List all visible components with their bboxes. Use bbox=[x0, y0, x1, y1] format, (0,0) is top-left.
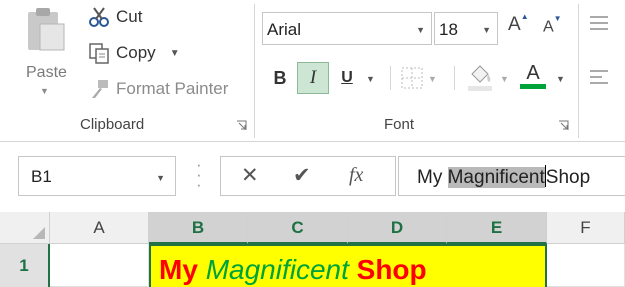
bold-button[interactable]: B bbox=[266, 62, 294, 94]
font-name-combo[interactable]: Arial ▼ bbox=[262, 12, 432, 45]
select-all-triangle-icon bbox=[33, 227, 45, 239]
paintbrush-icon bbox=[92, 80, 108, 98]
cell-f1[interactable] bbox=[547, 244, 625, 287]
group-divider bbox=[254, 4, 255, 138]
cancel-icon[interactable]: ✕ bbox=[241, 163, 259, 188]
formula-input[interactable]: My MagnificentShop bbox=[398, 156, 625, 196]
italic-button[interactable]: I bbox=[297, 62, 329, 94]
font-size-combo[interactable]: 18 ▼ bbox=[434, 12, 498, 45]
name-box-value: B1 bbox=[31, 167, 52, 186]
row-header-1[interactable]: 1 bbox=[0, 244, 50, 287]
checkmark-icon[interactable]: ✔ bbox=[293, 163, 311, 188]
font-name-value: Arial bbox=[267, 20, 302, 39]
ribbon: Paste ▼ Cut Copy ▼ Format Painter Clipbo… bbox=[0, 0, 625, 142]
align-left-icon[interactable] bbox=[588, 68, 610, 86]
underline-button[interactable]: U bbox=[334, 62, 360, 94]
format-painter-button[interactable]: Format Painter bbox=[88, 78, 228, 100]
formula-text-selection: Magnificent bbox=[447, 167, 545, 188]
borders-icon[interactable] bbox=[400, 66, 424, 90]
font-color-button[interactable]: A bbox=[520, 62, 546, 89]
column-header-b[interactable]: B bbox=[149, 212, 248, 244]
chevron-down-icon[interactable]: ▼ bbox=[156, 173, 165, 183]
clipboard-group-label: Clipboard bbox=[80, 116, 145, 133]
dialog-launcher-icon[interactable] bbox=[558, 120, 569, 131]
dialog-launcher-icon[interactable] bbox=[236, 120, 247, 131]
chevron-down-icon[interactable]: ▼ bbox=[556, 74, 565, 84]
merged-cell-b1-e1[interactable]: My Magnificent Shop bbox=[149, 244, 547, 287]
cell-a1[interactable] bbox=[50, 244, 149, 287]
chevron-down-icon[interactable]: ▼ bbox=[428, 74, 437, 84]
worksheet-grid: A B C D E F 1 My Magnificent Shop bbox=[0, 206, 625, 287]
formula-text-before: My bbox=[417, 167, 448, 188]
align-top-icon[interactable] bbox=[588, 14, 610, 32]
column-header-e[interactable]: E bbox=[447, 212, 547, 244]
increase-font-size-button[interactable]: A▲ bbox=[508, 12, 529, 36]
cut-label: Cut bbox=[116, 7, 143, 26]
copy-icon bbox=[89, 43, 109, 64]
chevron-down-icon[interactable]: ▼ bbox=[482, 25, 491, 35]
formula-buttons: ✕ ✔ fx bbox=[220, 156, 396, 196]
cut-button[interactable]: Cut bbox=[88, 6, 142, 28]
cell-word-shop: Shop bbox=[356, 254, 427, 285]
chevron-down-icon[interactable]: ▼ bbox=[366, 74, 375, 84]
column-header-c[interactable]: C bbox=[248, 212, 348, 244]
column-header-a[interactable]: A bbox=[50, 212, 149, 244]
formula-text-after: Shop bbox=[545, 167, 591, 188]
font-group-label: Font bbox=[384, 116, 415, 133]
column-header-f[interactable]: F bbox=[547, 212, 625, 244]
decrease-font-size-button[interactable]: A▼ bbox=[543, 14, 562, 36]
chevron-down-icon[interactable]: ▼ bbox=[416, 25, 425, 35]
drag-handle-icon[interactable]: · · · bbox=[196, 156, 202, 193]
chevron-down-icon[interactable]: ▼ bbox=[500, 74, 509, 84]
toolbar-divider bbox=[454, 66, 455, 90]
formula-bar: B1 ▼ · · · ✕ ✔ fx My MagnificentShop bbox=[0, 142, 625, 206]
copy-label: Copy bbox=[116, 43, 156, 62]
column-header-d[interactable]: D bbox=[348, 212, 447, 244]
cell-word-my: My bbox=[159, 254, 198, 285]
chevron-down-icon[interactable]: ▼ bbox=[40, 86, 49, 96]
cell-word-magnificent: Magnificent bbox=[205, 254, 349, 285]
font-size-value: 18 bbox=[439, 20, 458, 39]
paste-label: Paste bbox=[26, 64, 67, 81]
insert-function-icon[interactable]: fx bbox=[349, 164, 363, 187]
chevron-down-icon[interactable]: ▼ bbox=[170, 48, 180, 59]
font-color-label: A bbox=[526, 62, 540, 84]
copy-button[interactable]: Copy ▼ bbox=[88, 42, 180, 64]
font-color-swatch bbox=[520, 84, 546, 89]
format-painter-label: Format Painter bbox=[116, 79, 229, 98]
select-all-button[interactable] bbox=[0, 212, 50, 244]
group-divider bbox=[578, 4, 579, 138]
clipboard-icon bbox=[28, 8, 65, 51]
paste-button[interactable]: Paste ▼ bbox=[18, 4, 76, 100]
name-box[interactable]: B1 ▼ bbox=[18, 156, 176, 196]
toolbar-divider bbox=[390, 66, 391, 90]
fill-color-icon[interactable] bbox=[466, 62, 494, 92]
scissors-icon bbox=[89, 7, 109, 27]
